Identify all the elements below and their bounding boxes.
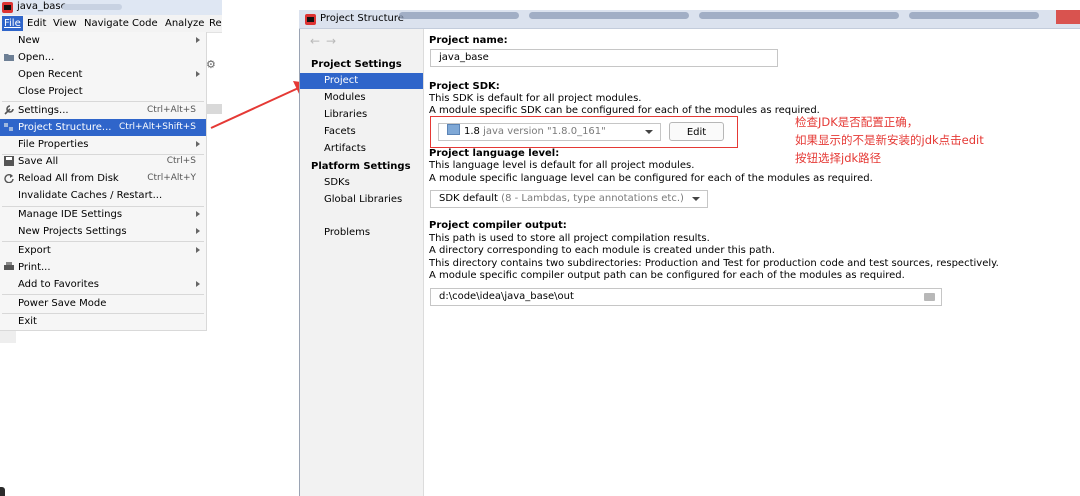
ide-window-title: java_base [17, 1, 67, 12]
menu-refactor[interactable]: Re [207, 16, 224, 31]
menu-item-open-recent[interactable]: Open Recent [0, 66, 206, 83]
submenu-arrow-icon [196, 71, 200, 77]
submenu-arrow-icon [196, 281, 200, 287]
project-name-input[interactable]: java_base [430, 49, 778, 67]
project-sdk-label: Project SDK: [429, 81, 500, 92]
project-sdk-desc: A module specific SDK can be configured … [429, 105, 820, 116]
background-window-fragment [0, 331, 16, 343]
language-level-desc: This language level is default for all p… [429, 160, 695, 171]
blurred-title-text [62, 4, 122, 10]
file-menu-dropdown: New Open... Open Recent Close Project Se… [0, 32, 207, 331]
menu-analyze[interactable]: Analyze [163, 16, 206, 31]
nav-item-sdks[interactable]: SDKs [300, 175, 423, 191]
nav-header-project-settings: Project Settings [311, 59, 402, 70]
menu-item-settings[interactable]: Settings... Ctrl+Alt+S [0, 102, 206, 119]
menu-view[interactable]: View [51, 16, 79, 31]
menu-item-export[interactable]: Export [0, 242, 206, 259]
wrench-icon [4, 105, 14, 115]
project-name-label: Project name: [429, 35, 508, 46]
save-icon [4, 156, 14, 166]
menu-item-open[interactable]: Open... [0, 49, 206, 66]
nav-item-problems[interactable]: Problems [300, 225, 423, 241]
annotation-line-3: 按钮选择jdk路径 [795, 151, 882, 165]
compiler-output-label: Project compiler output: [429, 220, 567, 231]
submenu-arrow-icon [196, 247, 200, 253]
menu-item-add-to-favorites[interactable]: Add to Favorites [0, 276, 206, 293]
annotation-line-1: 检查JDK是否配置正确， [795, 115, 919, 129]
compiler-output-desc: A directory corresponding to each module… [429, 245, 775, 256]
menu-item-save-all[interactable]: Save All Ctrl+S [0, 153, 206, 170]
submenu-arrow-icon [196, 37, 200, 43]
browse-folder-icon[interactable] [924, 293, 935, 301]
menu-item-exit[interactable]: Exit [0, 313, 206, 330]
menu-item-new-projects-settings[interactable]: New Projects Settings [0, 223, 206, 240]
menu-item-power-save-mode[interactable]: Power Save Mode [0, 295, 206, 312]
blurred-background-text [699, 12, 899, 19]
blurred-background-text [399, 12, 519, 19]
dialog-title-bar: Project Structure [299, 10, 1080, 29]
compiler-output-desc: This directory contains two subdirectori… [429, 258, 999, 269]
project-structure-icon [4, 123, 13, 131]
dialog-close-button[interactable] [1056, 10, 1080, 24]
menu-item-reload-all[interactable]: Reload All from Disk Ctrl+Alt+Y [0, 170, 206, 187]
nav-header-platform-settings: Platform Settings [311, 161, 411, 172]
blurred-background-text [909, 12, 1039, 19]
language-level-label: Project language level: [429, 148, 560, 159]
nav-back-forward-icon[interactable]: ←→ [310, 34, 342, 48]
menu-edit[interactable]: Edit [25, 16, 48, 31]
menu-item-new[interactable]: New [0, 32, 206, 49]
ide-menubar: File Edit View Navigate Code Analyze Re [0, 15, 222, 33]
project-sdk-desc: This SDK is default for all project modu… [429, 93, 642, 104]
ide-title-bar: java_base [0, 0, 222, 16]
compiler-output-path-input[interactable]: d:\code\idea\java_base\out [430, 288, 942, 306]
menu-item-project-structure[interactable]: Project Structure... Ctrl+Alt+Shift+S [0, 119, 206, 136]
menu-code[interactable]: Code [130, 16, 160, 31]
compiler-output-desc: A module specific compiler output path c… [429, 270, 905, 281]
annotation-line-2: 如果显示的不是新安装的jdk点击edit [795, 133, 984, 147]
nav-item-artifacts[interactable]: Artifacts [300, 141, 423, 157]
menu-file[interactable]: File [2, 16, 23, 31]
folder-icon [4, 54, 14, 61]
red-highlight-box [430, 116, 738, 148]
reload-icon [4, 173, 14, 183]
menu-item-manage-ide-settings[interactable]: Manage IDE Settings [0, 206, 206, 223]
nav-item-global-libraries[interactable]: Global Libraries [300, 192, 423, 208]
submenu-arrow-icon [196, 141, 200, 147]
submenu-arrow-icon [196, 228, 200, 234]
nav-item-facets[interactable]: Facets [300, 124, 423, 140]
intellij-logo-icon [305, 14, 316, 25]
menu-item-print[interactable]: Print... [0, 259, 206, 276]
menu-item-file-properties[interactable]: File Properties [0, 136, 206, 153]
menu-item-close-project[interactable]: Close Project [0, 83, 206, 100]
chevron-down-icon [692, 197, 700, 201]
language-level-desc: A module specific language level can be … [429, 173, 873, 184]
submenu-arrow-icon [196, 211, 200, 217]
settings-gear-icon: ⚙ [206, 58, 216, 71]
blurred-background-text [529, 12, 689, 19]
menu-navigate[interactable]: Navigate [82, 16, 131, 31]
compiler-output-desc: This path is used to store all project c… [429, 233, 710, 244]
nav-item-project[interactable]: Project [300, 73, 423, 89]
nav-item-modules[interactable]: Modules [300, 90, 423, 106]
printer-icon [4, 262, 14, 270]
language-level-select[interactable]: SDK default (8 - Lambdas, type annotatio… [430, 190, 708, 208]
menu-item-invalidate-caches[interactable]: Invalidate Caches / Restart... [0, 187, 206, 204]
nav-item-libraries[interactable]: Libraries [300, 107, 423, 123]
dialog-title: Project Structure [320, 13, 404, 24]
intellij-logo-icon [2, 2, 13, 13]
taskbar-fragment [0, 487, 5, 496]
